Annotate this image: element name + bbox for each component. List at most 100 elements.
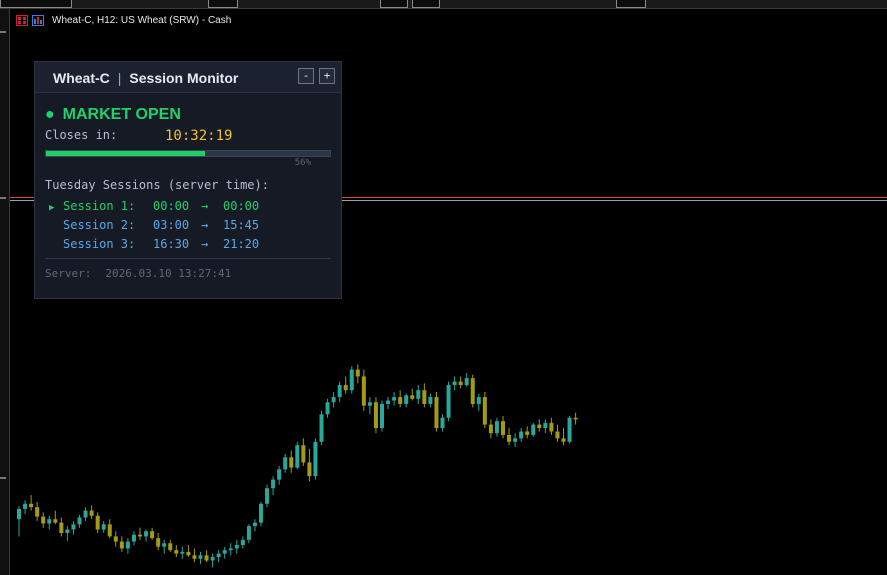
session-start: 16:30 xyxy=(153,237,190,251)
candle-body xyxy=(119,541,124,549)
server-time: 2026.03.10 13:27:41 xyxy=(105,267,232,280)
panel-title: Wheat-C | Session Monitor xyxy=(53,70,238,86)
session-end: 21:20 xyxy=(223,237,260,251)
candle-body xyxy=(367,402,372,406)
candle-body xyxy=(41,516,46,524)
candle-body xyxy=(398,397,403,404)
maximize-button[interactable]: + xyxy=(319,68,335,84)
candle-body xyxy=(234,545,239,549)
session-start: 03:00 xyxy=(153,218,190,232)
candle-body xyxy=(446,385,451,418)
status-dot-icon: ● xyxy=(45,106,55,123)
candle-body xyxy=(89,510,94,516)
candle-body xyxy=(428,397,433,404)
candle-body xyxy=(549,422,554,432)
candle-body xyxy=(174,550,179,554)
candle-body xyxy=(138,534,142,537)
arrow-right-icon: → xyxy=(201,237,209,251)
candle-body xyxy=(210,557,215,561)
candle-body xyxy=(488,424,493,434)
candle-body xyxy=(186,551,191,556)
session-name: Session 1: xyxy=(63,199,136,213)
candle-body xyxy=(319,414,324,442)
candle-body xyxy=(434,397,439,429)
candle-body xyxy=(259,503,263,523)
candle-body xyxy=(198,555,203,559)
candle-body xyxy=(337,385,342,398)
candle-body xyxy=(537,424,542,429)
sessions-heading: Tuesday Sessions (server time): xyxy=(45,178,269,192)
panel-header[interactable]: Wheat-C | Session Monitor - + xyxy=(35,62,341,93)
candle-body xyxy=(373,402,378,429)
candle-body xyxy=(204,555,209,561)
market-status-text: MARKET OPEN xyxy=(62,106,181,123)
candle-body xyxy=(29,503,34,508)
candle-body xyxy=(35,507,40,517)
candle-body xyxy=(507,434,512,442)
active-session-marker-icon: ▶ xyxy=(49,203,55,213)
chart-grid-icon[interactable] xyxy=(16,14,28,26)
candle-body xyxy=(17,508,21,520)
session-start: 00:00 xyxy=(153,199,190,213)
session-row: Session 3: 16:30 → 21:20 xyxy=(49,237,259,251)
candle-body xyxy=(482,397,487,425)
candle-body xyxy=(23,503,28,509)
candle-body xyxy=(216,553,221,558)
candle-body xyxy=(295,445,300,468)
candle-body xyxy=(519,431,524,439)
candle-body xyxy=(265,488,270,504)
candle-body xyxy=(156,538,161,547)
session-end: 00:00 xyxy=(223,199,260,213)
candle-body xyxy=(343,385,348,391)
candle-body xyxy=(452,381,457,386)
arrow-right-icon: → xyxy=(201,218,209,232)
candle-body xyxy=(567,417,572,442)
arrow-right-icon: → xyxy=(201,199,209,213)
candle-body xyxy=(180,551,185,554)
candle-body xyxy=(531,424,536,435)
candle-body xyxy=(513,438,518,442)
candle-body xyxy=(470,378,475,404)
indicator-icon[interactable] xyxy=(32,14,44,26)
chart-title: Wheat-C, H12: US Wheat (SRW) - Cash xyxy=(52,14,232,26)
candle-body xyxy=(410,395,415,399)
candle-body xyxy=(162,543,167,547)
market-status: ● MARKET OPEN xyxy=(45,106,181,124)
candle-body xyxy=(313,441,318,477)
candle-body xyxy=(555,431,560,439)
candle-body xyxy=(192,555,197,559)
panel-title-separator: | xyxy=(117,70,122,86)
closes-countdown: 10:32:19 xyxy=(165,128,233,144)
candle-body xyxy=(228,548,233,551)
candle-body xyxy=(150,531,155,539)
server-label: Server: xyxy=(45,267,92,280)
session-name: Session 2: xyxy=(63,218,136,232)
candle-body xyxy=(301,445,306,463)
candle-body xyxy=(307,462,312,477)
session-name: Session 3: xyxy=(63,237,136,251)
session-progress-percent: 56% xyxy=(294,158,311,168)
candle-body xyxy=(573,417,578,420)
candle-body xyxy=(289,457,294,468)
candle-body xyxy=(65,529,70,533)
candle-body xyxy=(501,421,505,435)
closes-label: Closes in: xyxy=(45,128,118,142)
minimize-button[interactable]: - xyxy=(298,68,314,84)
session-row: ▶ Session 1: 00:00 → 00:00 xyxy=(49,199,259,213)
candle-body xyxy=(325,402,330,415)
candle-body xyxy=(53,519,58,523)
candle-body xyxy=(125,541,130,549)
candle-body xyxy=(246,526,251,540)
candle-body xyxy=(59,522,64,533)
candle-body xyxy=(131,534,136,542)
candle-body xyxy=(476,397,481,404)
candle-body xyxy=(277,469,282,480)
candle-body xyxy=(271,479,276,489)
session-monitor-panel: Wheat-C | Session Monitor - + ● MARKET OPEN… xyxy=(34,61,342,299)
candle-body xyxy=(464,378,469,386)
candle-body xyxy=(349,369,354,391)
candle-body xyxy=(392,397,397,401)
candle-body xyxy=(283,457,288,470)
candle-body xyxy=(380,403,384,429)
candle-body xyxy=(144,531,149,537)
